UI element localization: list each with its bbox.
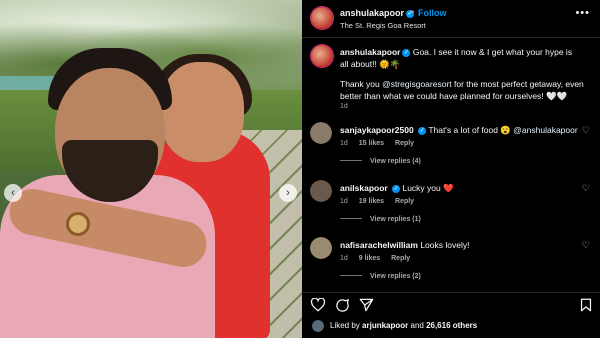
- comment-line: anilskapoor ✓ Lucky you ❤️: [340, 183, 580, 194]
- follow-button[interactable]: Follow: [418, 8, 447, 18]
- comment-time: 1d: [340, 255, 348, 262]
- reply-button[interactable]: Reply: [395, 198, 414, 205]
- comment-likes[interactable]: 19 likes: [359, 198, 384, 205]
- post-photo[interactable]: ‹ ›: [0, 0, 302, 338]
- view-replies-label[interactable]: View replies (4): [370, 158, 421, 165]
- commenter-avatar[interactable]: [310, 122, 332, 144]
- comment-text: Looks lovely!: [420, 240, 470, 250]
- likes-prefix: Liked by: [330, 321, 363, 330]
- likes-text: Liked by arjunkapoor and 26,616 others: [330, 321, 477, 330]
- like-heart-icon[interactable]: [310, 298, 326, 312]
- save-bookmark-icon[interactable]: [580, 298, 592, 312]
- post-actions-bar: [302, 292, 600, 314]
- comment-time: 1d: [340, 140, 348, 147]
- like-comment-heart-icon[interactable]: ♡: [582, 240, 590, 251]
- likes-middle: and: [408, 321, 427, 330]
- post-header: anshulakapoor ✓ • Follow The St. Regis Go…: [302, 0, 600, 38]
- photo-watch: [66, 212, 90, 236]
- location-link[interactable]: The St. Regis Goa Resort: [340, 21, 426, 30]
- comment-line: sanjaykapoor2500 ✓ That's a lot of food …: [340, 125, 580, 136]
- commenter-avatar[interactable]: [310, 237, 332, 259]
- comment-line: nafisarachelwilliam Looks lovely!: [340, 240, 580, 250]
- view-replies-label[interactable]: View replies (2): [370, 273, 421, 280]
- comment-meta: 1d 9 likes Reply: [340, 255, 419, 262]
- replies-divider: [340, 160, 362, 161]
- commenter-username[interactable]: sanjaykapoor2500: [340, 125, 414, 135]
- liker-username[interactable]: arjunkapoor: [362, 321, 408, 330]
- separator-dot: •: [411, 7, 415, 17]
- commenter-verified-badge-icon: ✓: [418, 127, 427, 135]
- liker-avatar[interactable]: [312, 320, 324, 332]
- caption-mention-link[interactable]: @stregisgoaresort: [382, 79, 452, 89]
- comment-time: 1d: [340, 198, 348, 205]
- comment-text: That's a lot of food 😮: [428, 125, 514, 135]
- caption-text-2-pre: Thank you: [340, 79, 383, 89]
- comment-text: Lucky you ❤️: [402, 183, 454, 193]
- like-comment-heart-icon[interactable]: ♡: [582, 183, 590, 194]
- like-comment-heart-icon[interactable]: ♡: [582, 125, 590, 136]
- author-username[interactable]: anshulakapoor: [340, 8, 404, 18]
- commenter-username[interactable]: nafisarachelwilliam: [340, 240, 418, 250]
- caption-timestamp: 1d: [340, 103, 348, 110]
- comment-mention-link[interactable]: @anshulakapoor: [513, 125, 577, 135]
- next-photo-button[interactable]: ›: [279, 184, 297, 202]
- reply-button[interactable]: Reply: [391, 255, 410, 262]
- reply-button[interactable]: Reply: [395, 140, 414, 147]
- commenter-verified-badge-icon: ✓: [392, 185, 401, 193]
- replies-divider: [340, 275, 362, 276]
- share-paper-plane-icon[interactable]: [359, 298, 374, 312]
- caption-author-avatar[interactable]: [310, 44, 334, 68]
- likes-count[interactable]: 26,616 others: [426, 321, 477, 330]
- comment-likes[interactable]: 15 likes: [359, 140, 384, 147]
- comment-meta: 1d 19 likes Reply: [340, 198, 423, 205]
- author-avatar[interactable]: [310, 6, 334, 30]
- commenter-avatar[interactable]: [310, 180, 332, 202]
- likes-summary: Liked by arjunkapoor and 26,616 others: [302, 318, 600, 334]
- caption-verified-badge-icon: ✓: [402, 49, 411, 57]
- author-username-wrap: anshulakapoor ✓: [340, 8, 415, 18]
- view-replies-label[interactable]: View replies (1): [370, 216, 421, 223]
- commenter-username[interactable]: anilskapoor: [340, 183, 388, 193]
- comment-bubble-icon[interactable]: [335, 298, 350, 313]
- previous-photo-button[interactable]: ‹: [4, 184, 22, 202]
- view-replies-button[interactable]: View replies (1): [340, 216, 421, 223]
- photo-woman-head: [160, 62, 244, 162]
- more-options-icon[interactable]: •••: [575, 7, 590, 19]
- view-replies-button[interactable]: View replies (2): [340, 273, 421, 280]
- caption-username[interactable]: anshulakapoor: [340, 47, 400, 57]
- post-panel: anshulakapoor ✓ • Follow The St. Regis Go…: [302, 0, 600, 338]
- comment-meta: 1d 15 likes Reply: [340, 140, 423, 147]
- caption-line-2: Thank you @stregisgoaresort for the most…: [340, 78, 585, 102]
- replies-divider: [340, 218, 362, 219]
- view-replies-button[interactable]: View replies (4): [340, 158, 421, 165]
- comment-likes[interactable]: 9 likes: [359, 255, 380, 262]
- caption-line-1: anshulakapoor ✓ Goa. I see it now & I get…: [340, 46, 575, 70]
